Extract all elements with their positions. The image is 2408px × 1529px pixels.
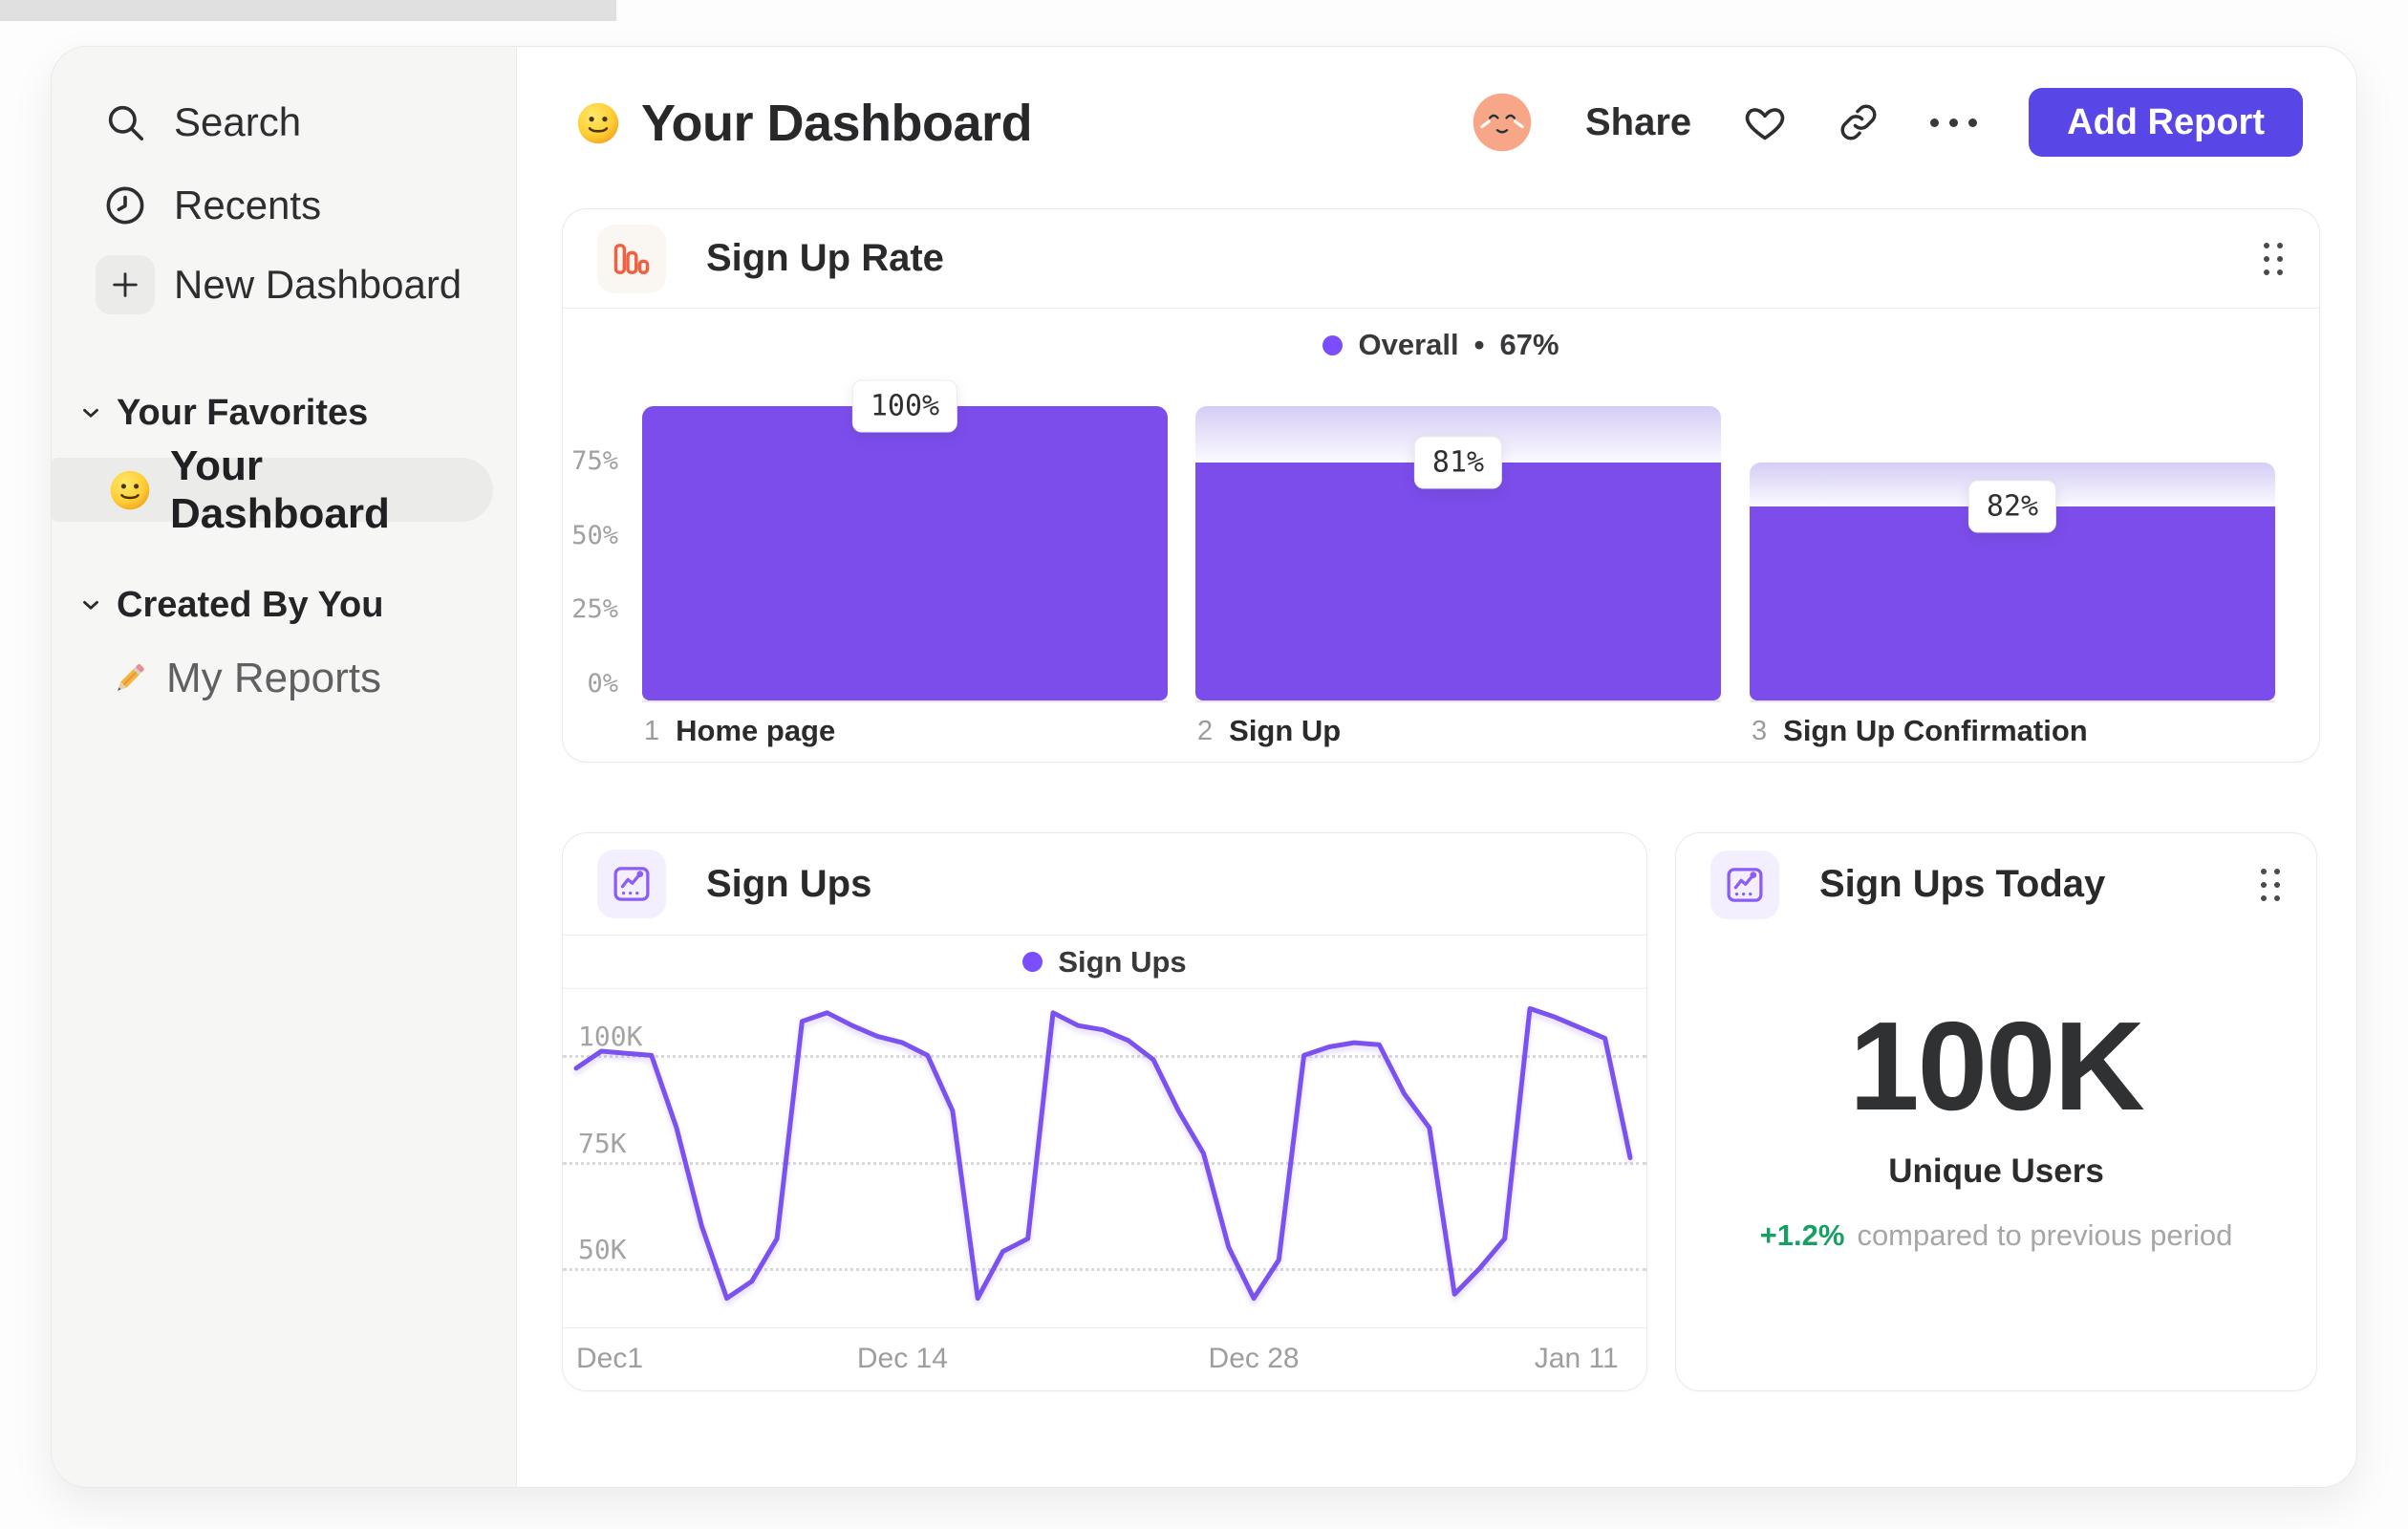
more-options-icon[interactable] xyxy=(1930,118,1978,127)
metric-delta-note: compared to previous period xyxy=(1857,1218,2233,1252)
funnel-bar: 100% xyxy=(642,379,1168,702)
signups-today-card-header: Sign Ups Today xyxy=(1676,833,2316,936)
metric-value: 100K xyxy=(1849,996,2145,1136)
funnel-bar-value-badge: 100% xyxy=(851,379,958,433)
background-window-strip xyxy=(0,0,616,21)
page-title-text: Your Dashboard xyxy=(641,95,1033,152)
funnel-bars-icon xyxy=(597,224,666,293)
chevron-down-icon xyxy=(78,592,103,617)
app-window: Search Recents New Dashboard Your Favori… xyxy=(51,46,2357,1488)
sidebar-section-label: Created By You xyxy=(117,584,384,625)
signup-rate-card: Sign Up Rate Overall • 67% 75% 50% 25% 0% 10… xyxy=(562,208,2320,763)
line-chart-icon xyxy=(1710,850,1779,919)
signups-today-card: Sign Ups Today 100K Unique Users +1.2% c… xyxy=(1675,832,2317,1391)
funnel-bar-fill xyxy=(642,406,1168,700)
sidebar-item-your-dashboard[interactable]: Your Dashboard xyxy=(52,442,493,537)
add-report-button[interactable]: Add Report xyxy=(2029,88,2303,157)
card-title: Sign Up Rate xyxy=(706,237,944,279)
funnel-bar-value-badge: 82% xyxy=(1967,480,2057,533)
signups-line-series xyxy=(573,1005,1633,1302)
funnel-y-tick: 75% xyxy=(571,445,618,476)
sidebar-item-label: Recents xyxy=(174,183,322,227)
sidebar-section-your-favorites[interactable]: Your Favorites xyxy=(52,383,516,442)
card-title: Sign Ups Today xyxy=(1819,863,2106,905)
sidebar-item-search[interactable]: Search xyxy=(52,80,516,164)
funnel-y-tick: 50% xyxy=(571,520,618,550)
sidebar-item-label: Your Dashboard xyxy=(170,441,390,537)
sidebar-item-label: Search xyxy=(174,99,302,144)
metric-delta: +1.2% xyxy=(1759,1218,1845,1252)
funnel-step-label: 1 Home page xyxy=(644,714,836,747)
signup-rate-card-header: Sign Up Rate xyxy=(563,209,2319,309)
sidebar-item-label: My Reports xyxy=(166,655,381,701)
page-title: Your Dashboard xyxy=(576,90,1033,157)
metric-label: Unique Users xyxy=(1888,1152,2104,1190)
drag-handle-icon[interactable] xyxy=(2264,242,2283,275)
sidebar-item-label: New Dashboard xyxy=(174,262,462,307)
funnel-bar-value-badge: 81% xyxy=(1413,436,1503,489)
signups-card: Sign Ups Sign Ups 100K 75K 50K Dec1 Dec 14 De… xyxy=(562,832,1647,1391)
avatar[interactable] xyxy=(1471,91,1534,154)
sidebar-section-label: Your Favorites xyxy=(117,392,369,433)
smiley-emoji xyxy=(109,469,151,511)
legend-value: 67% xyxy=(1499,328,1559,361)
smiley-emoji xyxy=(576,101,620,145)
pencil-emoji xyxy=(109,658,149,699)
drag-handle-icon[interactable] xyxy=(2261,868,2280,901)
legend-separator: • xyxy=(1473,328,1485,361)
plus-icon xyxy=(96,255,155,314)
funnel-y-tick: 0% xyxy=(587,669,618,699)
sidebar-item-my-reports[interactable]: My Reports xyxy=(52,647,516,710)
funnel-y-tick: 25% xyxy=(571,594,618,625)
metric-delta-row: +1.2% compared to previous period xyxy=(1676,1218,2316,1253)
legend-dot xyxy=(1322,334,1344,355)
funnel-chart: 75% 50% 25% 0% 100% 1 Home page 81% 2 Sign Up 82% 3… xyxy=(563,379,2319,764)
share-button[interactable]: Share xyxy=(1585,101,1691,144)
funnel-bar-fill xyxy=(1195,462,1721,700)
sidebar-item-new-dashboard[interactable]: New Dashboard xyxy=(52,243,516,327)
clock-icon xyxy=(96,176,155,235)
copy-link-icon[interactable] xyxy=(1838,102,1879,142)
funnel-bar: 82% xyxy=(1750,406,2275,702)
sidebar-item-recents[interactable]: Recents xyxy=(52,163,516,248)
main-content: Your Dashboard Share Add Report Sign Up … xyxy=(517,47,2356,1487)
funnel-bar: 81% xyxy=(1195,406,1721,702)
funnel-legend: Overall • 67% xyxy=(563,309,2319,381)
funnel-bar-fill xyxy=(1750,506,2275,700)
funnel-step-label: 3 Sign Up Confirmation xyxy=(1752,714,2088,747)
search-icon xyxy=(96,93,155,152)
favorite-heart-icon[interactable] xyxy=(1743,100,1787,144)
sidebar-section-created-by-you[interactable]: Created By You xyxy=(52,575,516,635)
chevron-down-icon xyxy=(78,400,103,425)
funnel-step-label: 2 Sign Up xyxy=(1197,714,1342,747)
legend-label: Overall xyxy=(1358,328,1459,361)
sidebar: Search Recents New Dashboard Your Favori… xyxy=(52,47,517,1487)
header-toolbar: Share Add Report xyxy=(1471,83,2303,162)
